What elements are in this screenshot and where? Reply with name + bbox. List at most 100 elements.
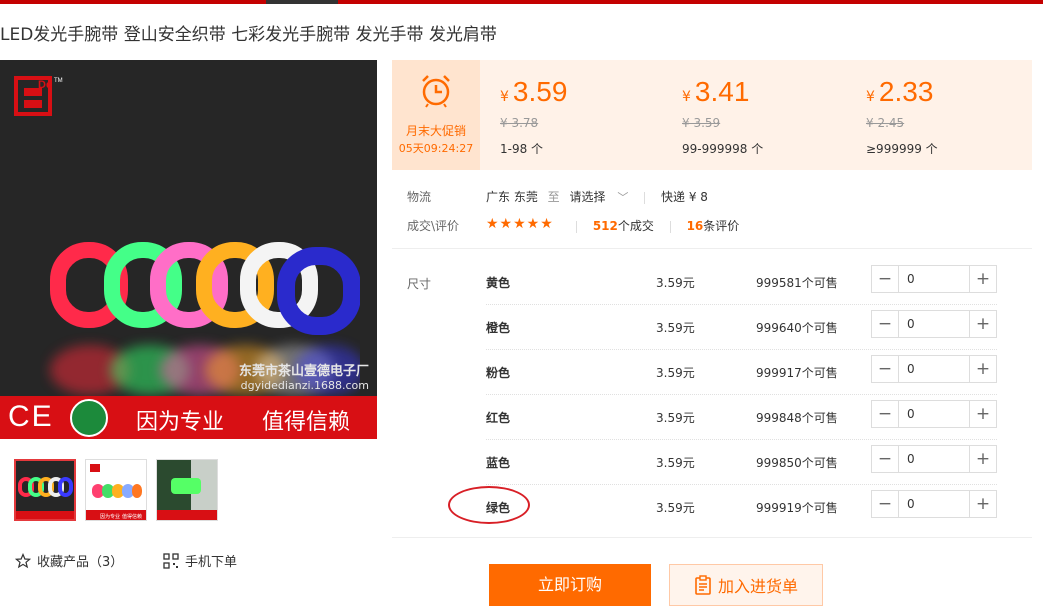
plus-icon[interactable]: +	[969, 491, 996, 517]
quantity-input[interactable]: 0	[899, 311, 969, 337]
brand-logo: De TM	[14, 76, 63, 116]
divider-line	[392, 537, 1032, 538]
plus-icon[interactable]: +	[969, 356, 996, 382]
sku-price: 3.59元	[656, 321, 695, 335]
quantity-stepper: − 0 +	[871, 265, 997, 293]
svg-text:De: De	[38, 79, 52, 91]
quantity-stepper: − 0 +	[871, 400, 997, 428]
chevron-down-icon[interactable]: ﹀	[617, 191, 628, 204]
destination-select[interactable]: 请选择	[570, 190, 606, 204]
price-tier-1: ¥3.59 ¥ 3.78 1-98 个	[500, 76, 670, 156]
quantity-stepper: − 0 +	[871, 355, 997, 383]
review-suffix[interactable]: 条评价	[703, 219, 739, 233]
slogan-professional: 因为专业	[136, 410, 225, 435]
plus-icon[interactable]: +	[969, 266, 996, 292]
top-accent-active	[266, 0, 338, 4]
thumbnail-3[interactable]	[156, 459, 218, 521]
quantity-input[interactable]: 0	[899, 446, 969, 472]
sku-row-orange: 橙色 3.59元 999640个可售 − 0 +	[486, 305, 997, 350]
ce-mark: CE	[8, 400, 54, 433]
sku-price: 3.59元	[656, 366, 695, 380]
tier-original-price: ¥ 3.78	[500, 116, 539, 130]
sku-row-yellow: 黄色 3.59元 999581个可售 − 0 +	[486, 260, 997, 305]
sku-name: 橙色	[486, 321, 511, 335]
sku-stock: 999640个可售	[756, 321, 838, 335]
logistics-row: 广东 东莞 至 请选择 ﹀ 快递 ¥ 8	[486, 188, 708, 205]
sku-stock: 999850个可售	[756, 456, 838, 470]
watermark-company: 东莞市茶山壹德电子厂	[238, 364, 369, 379]
sku-price: 3.59元	[656, 456, 695, 470]
size-label: 尺寸	[407, 277, 432, 291]
top-accent-bar	[0, 0, 1043, 4]
quantity-input[interactable]: 0	[899, 356, 969, 382]
minus-icon[interactable]: −	[872, 356, 899, 382]
minus-icon[interactable]: −	[872, 266, 899, 292]
buy-now-button[interactable]: 立即订购	[489, 564, 651, 606]
logistics-origin: 广东 东莞	[486, 190, 538, 204]
minus-icon[interactable]: −	[872, 401, 899, 427]
sku-name: 蓝色	[486, 456, 511, 470]
sku-stock: 999917个可售	[756, 366, 838, 380]
price-tier-3: ¥2.33 ¥ 2.45 ≥999999 个	[866, 76, 1036, 156]
quantity-stepper: − 0 +	[871, 445, 997, 473]
clipboard-icon	[695, 575, 711, 595]
product-title: LED发光手腕带 登山安全织带 七彩发光手腕带 发光手带 发光肩带	[0, 25, 497, 45]
deals-reviews: 512个成交 16条评价	[576, 217, 739, 234]
sku-row-blue: 蓝色 3.59元 999850个可售 − 0 +	[486, 440, 997, 485]
promo-label: 月末大促销	[405, 124, 466, 138]
sku-name: 粉色	[486, 366, 511, 380]
price-tier-2: ¥3.41 ¥ 3.59 99-999998 个	[682, 76, 852, 156]
divider	[644, 191, 646, 204]
sku-stock: 999581个可售	[756, 276, 838, 290]
star-outline-icon	[15, 552, 31, 568]
sku-stock: 999919个可售	[756, 501, 838, 515]
thumbnail-1[interactable]	[14, 459, 76, 521]
minus-icon[interactable]: −	[872, 491, 899, 517]
sku-price: 3.59元	[656, 501, 695, 515]
thumbnail-2[interactable]: 因为专业 值得信赖	[85, 459, 147, 521]
svg-text:因为专业: 因为专业	[100, 513, 120, 520]
tier-price: 3.41	[694, 76, 750, 107]
quantity-input[interactable]: 0	[899, 491, 969, 517]
thumbnail-3-image	[157, 460, 217, 520]
thumbnail-1-image	[16, 461, 74, 519]
sku-row-pink: 粉色 3.59元 999917个可售 − 0 +	[486, 350, 997, 395]
sku-price: 3.59元	[656, 276, 695, 290]
sku-stock: 999848个可售	[756, 411, 838, 425]
logistics-label: 物流	[407, 190, 432, 204]
express-fee: 快递 ¥ 8	[661, 190, 708, 204]
tier-original-price: ¥ 3.59	[682, 116, 721, 130]
quantity-input[interactable]: 0	[899, 401, 969, 427]
add-to-cart-button[interactable]: 加入进货单	[669, 564, 823, 606]
slogan-trustworthy: 值得信赖	[262, 410, 351, 435]
divider	[576, 220, 577, 233]
mobile-order-button[interactable]: 手机下单	[163, 551, 237, 570]
quantity-input[interactable]: 0	[899, 266, 969, 292]
tier-quantity-range: 1-98 个	[500, 142, 544, 156]
currency-symbol: ¥	[866, 89, 875, 105]
plus-icon[interactable]: +	[969, 446, 996, 472]
currency-symbol: ¥	[500, 89, 509, 105]
review-count[interactable]: 16	[687, 219, 704, 233]
main-product-image[interactable]: De TM 东莞市茶山壹德电子厂 dgyidedianzi.1688.com C…	[0, 60, 377, 439]
deals-count[interactable]: 512	[593, 219, 618, 233]
quality-badge-icon	[70, 399, 108, 437]
qr-code-icon	[163, 552, 179, 569]
logistics-to: 至	[547, 190, 560, 204]
minus-icon[interactable]: −	[872, 446, 899, 472]
plus-icon[interactable]: +	[969, 401, 996, 427]
divider	[669, 220, 671, 233]
promo-block: 月末大促销 05天09:24:27	[392, 60, 480, 170]
deals-suffix[interactable]: 个成交	[618, 219, 654, 233]
sku-row-red: 红色 3.59元 999848个可售 − 0 +	[486, 395, 997, 440]
minus-icon[interactable]: −	[872, 311, 899, 337]
favorite-button[interactable]: 收藏产品（3）	[15, 551, 123, 570]
divider-line	[392, 248, 1032, 249]
quantity-stepper: − 0 +	[871, 490, 997, 518]
plus-icon[interactable]: +	[969, 311, 996, 337]
sku-name: 黄色	[486, 276, 511, 290]
favorite-label: 收藏产品（3）	[37, 555, 124, 570]
svg-text:TM: TM	[54, 78, 63, 84]
annotation-circle	[448, 486, 530, 524]
alarm-clock-icon	[422, 75, 450, 108]
